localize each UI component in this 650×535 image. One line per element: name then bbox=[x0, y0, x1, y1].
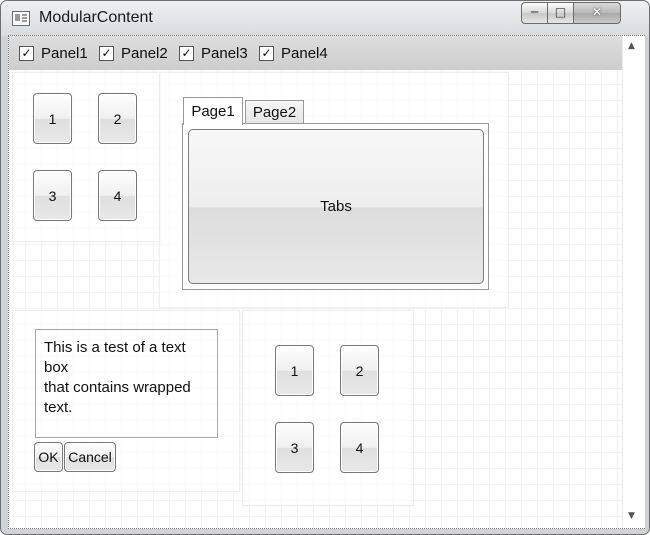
checkbox-check-icon: ✓ bbox=[99, 45, 114, 61]
panel-toggle-bar: ✓ Panel1 ✓ Panel2 ✓ Panel3 ✓ Panel4 bbox=[9, 36, 622, 70]
close-button[interactable]: ✕ bbox=[573, 2, 621, 24]
panel1-button-3[interactable]: 3 bbox=[33, 170, 72, 221]
checkbox-label: Panel2 bbox=[121, 44, 168, 62]
panel4-button-1[interactable]: 1 bbox=[275, 345, 314, 396]
checkbox-check-icon: ✓ bbox=[179, 45, 194, 61]
scroll-up-icon[interactable]: ▲ bbox=[628, 41, 635, 51]
panel3: This is a test of a text box that contai… bbox=[12, 310, 240, 492]
tab-page2[interactable]: Page2 bbox=[245, 100, 304, 124]
panel4-button-2[interactable]: 2 bbox=[340, 345, 379, 396]
main-window: ModularContent ─ □ ✕ ✓ Panel1 ✓ Panel2 ✓ Pa… bbox=[0, 0, 650, 535]
panel1: 1 2 3 4 bbox=[12, 72, 161, 242]
scroll-down-icon[interactable]: ▼ bbox=[628, 511, 635, 521]
wrapped-text-box[interactable]: This is a test of a text box that contai… bbox=[35, 329, 218, 438]
panel1-button-4[interactable]: 4 bbox=[98, 170, 137, 221]
panel1-checkbox[interactable]: ✓ Panel1 bbox=[19, 43, 88, 63]
ok-button[interactable]: OK bbox=[34, 442, 63, 472]
panel1-button-1[interactable]: 1 bbox=[33, 93, 72, 144]
panel4-button-3[interactable]: 3 bbox=[275, 422, 314, 473]
checkbox-label: Panel4 bbox=[281, 44, 328, 62]
window-title: ModularContent bbox=[39, 9, 153, 26]
title-bar[interactable]: ModularContent ─ □ ✕ bbox=[1, 1, 649, 35]
panel4-checkbox[interactable]: ✓ Panel4 bbox=[259, 43, 328, 63]
checkbox-label: Panel3 bbox=[201, 44, 248, 62]
checkbox-check-icon: ✓ bbox=[259, 45, 274, 61]
panel1-button-2[interactable]: 2 bbox=[98, 93, 137, 144]
checkbox-label: Panel1 bbox=[41, 44, 88, 62]
maximize-button[interactable]: □ bbox=[547, 2, 574, 24]
tab-content: Tabs bbox=[182, 123, 489, 290]
panel2: Page1 Page2 Tabs bbox=[159, 72, 509, 308]
cancel-button[interactable]: Cancel bbox=[64, 442, 116, 472]
panel4-button-4[interactable]: 4 bbox=[340, 422, 379, 473]
panel2-checkbox[interactable]: ✓ Panel2 bbox=[99, 43, 168, 63]
minimize-button[interactable]: ─ bbox=[521, 2, 548, 24]
panel3-checkbox[interactable]: ✓ Panel3 bbox=[179, 43, 248, 63]
tab-page1[interactable]: Page1 bbox=[183, 97, 243, 125]
vertical-scrollbar[interactable]: ▲ ▼ bbox=[622, 36, 645, 528]
window-icon bbox=[12, 11, 30, 26]
panel4: 1 2 3 4 bbox=[242, 310, 414, 506]
client-area: ✓ Panel1 ✓ Panel2 ✓ Panel3 ✓ Panel4 1 2 3 4 … bbox=[8, 35, 645, 529]
tabs-button[interactable]: Tabs bbox=[188, 129, 484, 284]
checkbox-check-icon: ✓ bbox=[19, 45, 34, 61]
